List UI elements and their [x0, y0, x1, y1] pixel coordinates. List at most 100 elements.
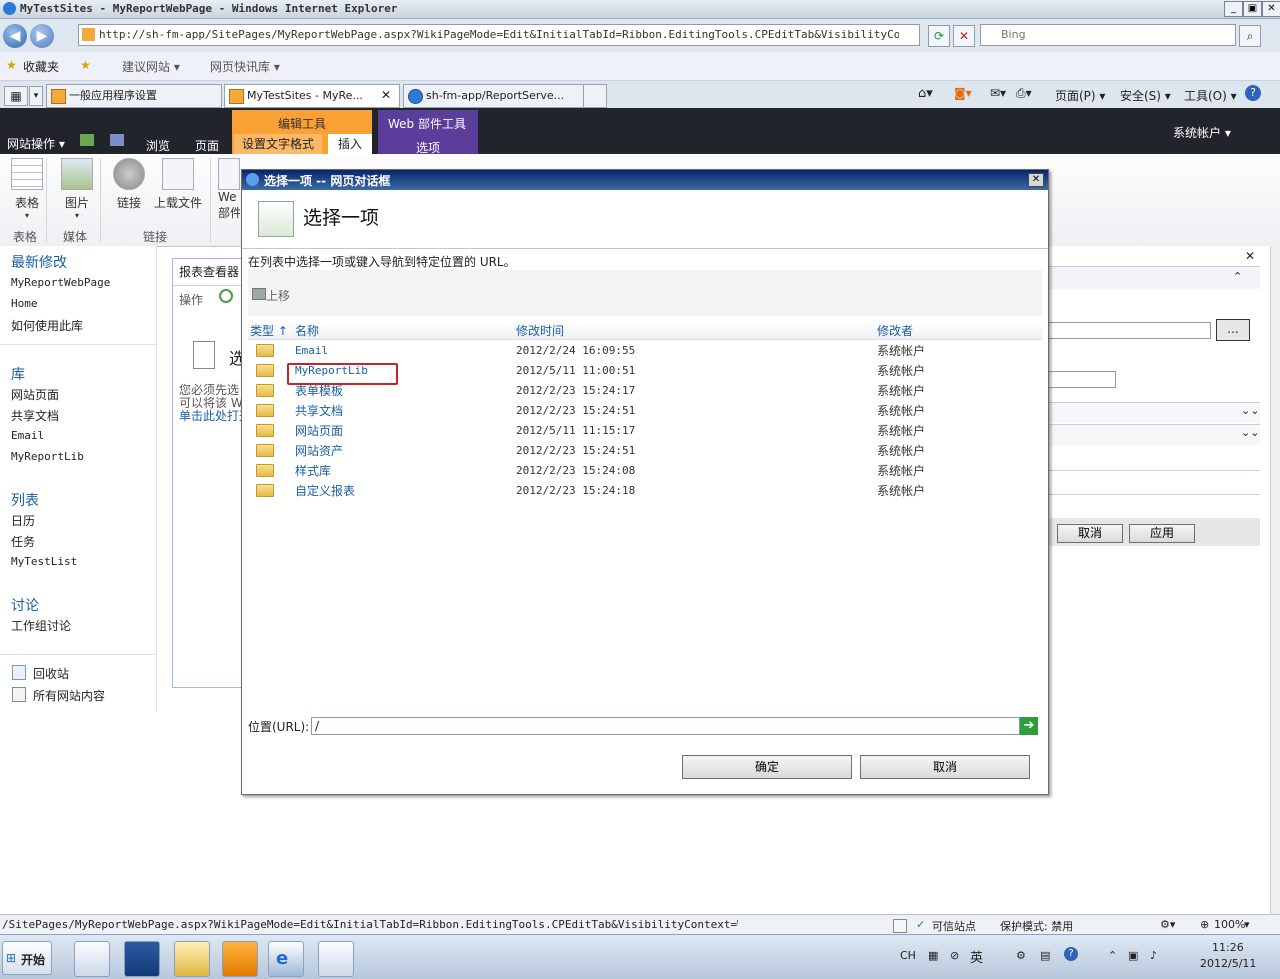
item-name[interactable]: 网站页面	[295, 420, 516, 440]
browser-tab-1[interactable]: 一般应用程序设置	[46, 84, 222, 108]
insert-link-button[interactable]: 链接	[107, 158, 151, 211]
collapse-icon[interactable]: ⌃	[1233, 270, 1242, 283]
tools-icon[interactable]	[222, 941, 258, 977]
suggested-sites-button[interactable]: 建议网站 ▾	[122, 58, 180, 75]
nav-item-shared-docs[interactable]: 共享文档	[11, 407, 59, 424]
tab-format-text[interactable]: 设置文字格式	[234, 134, 322, 154]
nav-item-team-discussion[interactable]: 工作组讨论	[11, 617, 71, 634]
home-icon[interactable]: ⌂▾	[918, 86, 933, 101]
nav-item-tasks[interactable]: 任务	[11, 533, 35, 550]
list-item[interactable]: 网站页面 2012/5/11 11:15:17 系统帐户	[248, 420, 1042, 440]
ime-icon[interactable]: ▦	[928, 949, 938, 962]
column-modified[interactable]: 修改时间	[516, 321, 877, 340]
up-folder-icon[interactable]	[252, 288, 266, 300]
item-name[interactable]: 共享文档	[295, 400, 516, 420]
nav-item-how-to[interactable]: 如何使用此库	[11, 317, 83, 334]
search-icon[interactable]: ⌕	[1239, 25, 1261, 47]
user-menu[interactable]: 系统帐户 ▾	[1173, 124, 1231, 141]
dialog-close-button[interactable]: ✕	[1028, 173, 1044, 187]
navigate-up-button[interactable]: 上移	[266, 287, 290, 304]
tab-page[interactable]: 页面	[195, 137, 219, 154]
list-item[interactable]: 自定义报表 2012/2/23 15:24:18 系统帐户	[248, 480, 1042, 500]
url-input[interactable]: /	[311, 717, 1020, 735]
clock-date[interactable]: 2012/5/11	[1200, 957, 1256, 970]
mail-icon[interactable]: ✉▾	[990, 86, 1006, 100]
item-name[interactable]: 网站资产	[295, 440, 516, 460]
tool-pane-cancel-button[interactable]: 取消	[1057, 524, 1123, 543]
browser-tab-3[interactable]: sh-fm-app/ReportServe...	[403, 84, 603, 108]
item-name[interactable]: Email	[295, 340, 516, 361]
nav-item-myreportwebpage[interactable]: MyReportWebPage	[11, 276, 110, 289]
ime-help-icon[interactable]: ?	[1064, 947, 1078, 961]
nav-item-mytestlist[interactable]: MyTestList	[11, 555, 77, 568]
go-arrow-icon[interactable]: ➔	[1020, 717, 1038, 735]
nav-item-home[interactable]: Home	[11, 297, 38, 310]
column-name[interactable]: 名称	[295, 321, 516, 340]
nav-item-email[interactable]: Email	[11, 429, 44, 442]
tool-pane-apply-button[interactable]: 应用	[1129, 524, 1195, 543]
tools-menu[interactable]: 工具(O) ▾	[1184, 87, 1237, 104]
insert-table-button[interactable]: 表格 ▾	[5, 158, 49, 220]
item-name[interactable]: 样式库	[295, 460, 516, 480]
print-icon[interactable]: ⎙▾	[1016, 86, 1032, 101]
list-item[interactable]: Email 2012/2/24 16:09:55 系统帐户	[248, 340, 1042, 361]
list-item[interactable]: 共享文档 2012/2/23 15:24:51 系统帐户	[248, 400, 1042, 420]
safety-menu[interactable]: 安全(S) ▾	[1120, 87, 1171, 104]
address-field[interactable]: http://sh-fm-app/SitePages/MyReportWebPa…	[78, 24, 920, 46]
nav-item-site-pages[interactable]: 网站页面	[11, 386, 59, 403]
tool-pane-field[interactable]	[1047, 371, 1116, 388]
expand-icon[interactable]: ⌄⌄	[1241, 404, 1259, 417]
report-path-input[interactable]	[1047, 322, 1211, 339]
clock-time[interactable]: 11:26	[1212, 941, 1244, 954]
minimize-button[interactable]: _	[1224, 1, 1243, 17]
tab-browse[interactable]: 浏览	[146, 137, 170, 154]
tab-insert[interactable]: 插入	[328, 134, 372, 154]
cancel-button[interactable]: 取消	[860, 755, 1030, 779]
webpart-actions-menu[interactable]: 操作	[179, 291, 203, 308]
column-type[interactable]: 类型 ↑	[248, 321, 295, 340]
page-menu[interactable]: 页面(P) ▾	[1055, 87, 1105, 104]
web-slice-gallery-button[interactable]: 网页快讯库 ▾	[210, 58, 280, 75]
ok-button[interactable]: 确定	[682, 755, 852, 779]
restore-button[interactable]: ▣	[1243, 1, 1262, 17]
site-actions-menu[interactable]: 网站操作 ▾	[7, 135, 65, 152]
recent-header[interactable]: 最新修改	[11, 252, 67, 272]
language-indicator[interactable]: CH	[900, 949, 916, 962]
rss-icon[interactable]: ◙▾	[954, 86, 972, 100]
network-icon[interactable]: ▣	[1128, 949, 1138, 962]
insert-web-part-button[interactable]: We 部件	[218, 158, 240, 221]
tool-pane-close-icon[interactable]: ✕	[1245, 249, 1255, 263]
expand-icon[interactable]: ⌄⌄	[1241, 426, 1259, 439]
add-on-icon[interactable]: ⚙▾	[1160, 918, 1175, 931]
discussions-header[interactable]: 讨论	[11, 595, 39, 615]
forward-icon[interactable]: ▶	[30, 24, 54, 48]
help-icon[interactable]: ?	[1245, 85, 1261, 101]
explorer-icon[interactable]	[174, 941, 210, 977]
list-item[interactable]: 网站资产 2012/2/23 15:24:51 系统帐户	[248, 440, 1042, 460]
server-manager-icon[interactable]	[74, 941, 110, 977]
all-site-content-link[interactable]: 所有网站内容	[33, 687, 105, 704]
item-name[interactable]: 自定义报表	[295, 480, 516, 500]
back-icon[interactable]: ◀	[3, 24, 27, 48]
zoom-dropdown-icon[interactable]: ▾	[1244, 918, 1250, 931]
recycle-bin-link[interactable]: 回收站	[33, 665, 69, 682]
refresh-report-icon[interactable]	[219, 289, 233, 303]
tab-list-icon[interactable]: ▾	[29, 86, 43, 106]
add-favorite-icon[interactable]: ★	[80, 58, 91, 72]
column-modified-by[interactable]: 修改者	[877, 321, 1042, 340]
quick-tabs-icon[interactable]: ▦	[4, 86, 28, 106]
list-item[interactable]: 样式库 2012/2/23 15:24:08 系统帐户	[248, 460, 1042, 480]
close-tab-icon[interactable]: ✕	[381, 88, 391, 102]
browse-button[interactable]: ...	[1216, 319, 1250, 341]
edit-page-icon[interactable]	[110, 134, 124, 146]
volume-icon[interactable]: ♪	[1150, 949, 1157, 962]
close-button[interactable]: ✕	[1262, 1, 1280, 17]
zoom-level[interactable]: 100%	[1214, 918, 1245, 931]
ime-disable-icon[interactable]: ⊘	[950, 949, 959, 962]
browser-tab-2[interactable]: MyTestSites - MyRe...	[224, 84, 400, 108]
lists-header[interactable]: 列表	[11, 490, 39, 510]
ime-mode[interactable]: 英	[970, 947, 983, 966]
nav-item-calendar[interactable]: 日历	[11, 512, 35, 529]
favorites-button[interactable]: 收藏夹	[23, 58, 59, 75]
ime-settings-icon[interactable]: ⚙	[1016, 949, 1026, 962]
